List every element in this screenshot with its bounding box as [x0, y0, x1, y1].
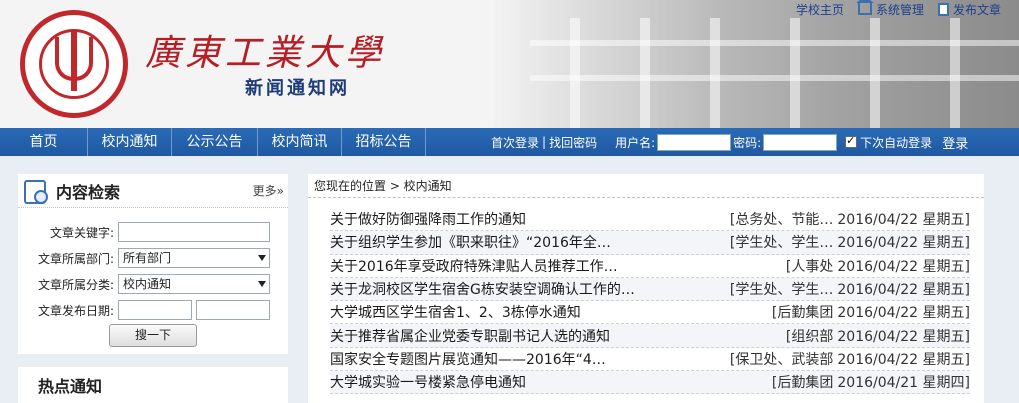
news-item[interactable]: 关于推荐省属企业党委专职副书记人选的通知 [组织部 2016/04/22 星期五] — [330, 324, 970, 348]
more-link[interactable]: 更多» — [253, 182, 284, 199]
nav-tab-campus-briefs[interactable]: 校内简讯 — [258, 128, 342, 156]
news-dept: [学生处、学生… — [729, 282, 834, 299]
campus-building-photo — [490, 0, 1019, 128]
password-input[interactable] — [763, 133, 838, 151]
news-title[interactable]: 关于2016年享受政府特殊津贴人员推荐工作… — [330, 256, 786, 276]
news-item[interactable]: 关于做好防御强降雨工作的通知 [总务处、节能… 2016/04/22 星期五] — [330, 208, 970, 232]
news-item[interactable]: 大学城实验一号楼紧急停电通知 [后勤集团 2016/04/21 星期四] — [330, 371, 970, 395]
search-panel-title: 内容检索 — [56, 182, 121, 202]
category-label: 文章所属分类: — [37, 277, 114, 292]
recover-password-link[interactable]: 找回密码 — [549, 134, 597, 151]
news-title[interactable]: 大学城西区学生宿舍1、2、3栋停水通知 — [330, 302, 772, 322]
date-to-input[interactable] — [196, 300, 270, 320]
hot-notices-title: 热点通知 — [38, 377, 103, 396]
news-dept: [后勤集团 — [771, 375, 834, 392]
news-date: 2016/04/22 星期五] — [837, 258, 970, 275]
news-item[interactable]: 关于2016年享受政府特殊津贴人员推荐工作… [人事处 2016/04/22 星期五… — [330, 255, 970, 278]
news-item[interactable]: 大学城西区学生宿舍1、2、3栋停水通知 [后勤集团 2016/04/22 星期五] — [330, 301, 970, 325]
main-nav: 首页 校内通知 公示公告 校内简讯 招标公告 首次登录 | 找回密码 用户名: … — [0, 128, 1019, 156]
news-dept: [学生处、学生… — [729, 235, 834, 252]
home-icon — [855, 0, 874, 15]
remember-me-label: 下次自动登录 — [860, 135, 933, 150]
news-date: 2016/04/22 星期五] — [837, 351, 970, 368]
news-dept: [后勤集团 — [771, 305, 834, 322]
news-date: 2016/04/21 星期四] — [837, 375, 970, 392]
department-select[interactable]: 所有部门 — [118, 248, 270, 268]
news-dept: [人事处 — [785, 258, 834, 275]
news-title[interactable]: 关于组织学生参加《职来职往》“2016年全… — [330, 232, 730, 252]
chevron-down-icon — [258, 281, 266, 287]
system-admin-link[interactable]: 系统管理 — [855, 0, 924, 18]
hot-notices-panel: 热点通知 — [18, 367, 288, 403]
password-label: 密码: — [733, 135, 762, 150]
news-list: 关于做好防御强降雨工作的通知 [总务处、节能… 2016/04/22 星期五] 关于… — [330, 208, 970, 395]
username-label: 用户名: — [615, 135, 656, 150]
nav-tab-campus-notices[interactable]: 校内通知 — [88, 128, 172, 156]
search-icon — [22, 178, 48, 204]
news-item[interactable]: 关于组织学生参加《职来职往》“2016年全… [学生处、学生… 2016/04/22… — [330, 231, 970, 255]
university-seal-logo — [20, 10, 128, 118]
publish-article-link[interactable]: 发布文章 — [937, 1, 1001, 18]
news-title[interactable]: 关于做好防御强降雨工作的通知 — [330, 209, 730, 229]
news-title[interactable]: 大学城实验一号楼紧急停电通知 — [330, 372, 772, 392]
login-button[interactable]: 登录 — [942, 133, 968, 152]
keyword-input[interactable] — [118, 222, 270, 242]
news-title[interactable]: 关于推荐省属企业党委专职副书记人选的通知 — [330, 326, 786, 346]
news-item[interactable]: 关于龙洞校区学生宿舍G栋安装空调确认工作的… [学生处、学生… 2016/04/22… — [330, 277, 970, 302]
news-date: 2016/04/22 星期五] — [837, 235, 970, 252]
first-login-link[interactable]: 首次登录 — [491, 134, 539, 151]
news-dept: [总务处、节能… — [729, 212, 834, 229]
nav-tab-home[interactable]: 首页 — [0, 128, 88, 156]
site-header: 廣東工業大學 新闻通知网 学校主页 系统管理 发布文章 — [0, 0, 1019, 128]
search-button[interactable]: 搜一下 — [109, 324, 197, 347]
site-subtitle: 新闻通知网 — [245, 78, 350, 99]
department-label: 文章所属部门: — [37, 251, 114, 266]
news-title[interactable]: 国家安全专题图片展览通知——2016年“4… — [330, 349, 730, 369]
date-from-input[interactable] — [118, 300, 192, 320]
content-panel: 您现在的位置 > 校内通知 关于做好防御强降雨工作的通知 [总务处、节能… 2016… — [308, 174, 984, 403]
news-date: 2016/04/22 星期五] — [837, 328, 970, 345]
nav-tab-tenders[interactable]: 招标公告 — [342, 128, 426, 156]
news-date: 2016/04/22 星期五] — [837, 282, 970, 299]
login-bar: 首次登录 | 找回密码 用户名: 密码: 下次自动登录 登录 — [491, 128, 968, 156]
news-date: 2016/04/22 星期五] — [837, 212, 970, 229]
breadcrumb: 您现在的位置 > 校内通知 — [308, 174, 984, 198]
top-links: 学校主页 系统管理 发布文章 — [796, 0, 1001, 18]
keyword-label: 文章关键字: — [49, 225, 114, 240]
nav-tab-announcements[interactable]: 公示公告 — [172, 128, 258, 156]
username-input[interactable] — [657, 133, 732, 151]
university-name-logo: 廣東工業大學 — [145, 33, 386, 74]
news-item[interactable]: 国家安全专题图片展览通知——2016年“4… [保卫处、武装部 2016/04/22… — [330, 348, 970, 372]
chevron-down-icon — [258, 255, 266, 261]
news-dept: [保卫处、武装部 — [729, 351, 834, 368]
news-dept: [组织部 — [785, 328, 834, 345]
news-date: 2016/04/22 星期五] — [837, 305, 970, 322]
school-home-link[interactable]: 学校主页 — [796, 1, 844, 18]
publish-date-label: 文章发布日期: — [37, 303, 114, 318]
document-icon — [937, 2, 949, 16]
category-select[interactable]: 校内通知 — [118, 274, 270, 294]
news-title[interactable]: 关于龙洞校区学生宿舍G栋安装空调确认工作的… — [330, 279, 730, 299]
search-panel: 内容检索 更多» 文章关键字: 文章所属部门: 所有部门 文章所属分类: 校内通… — [18, 174, 288, 354]
remember-me-checkbox[interactable] — [845, 134, 858, 148]
